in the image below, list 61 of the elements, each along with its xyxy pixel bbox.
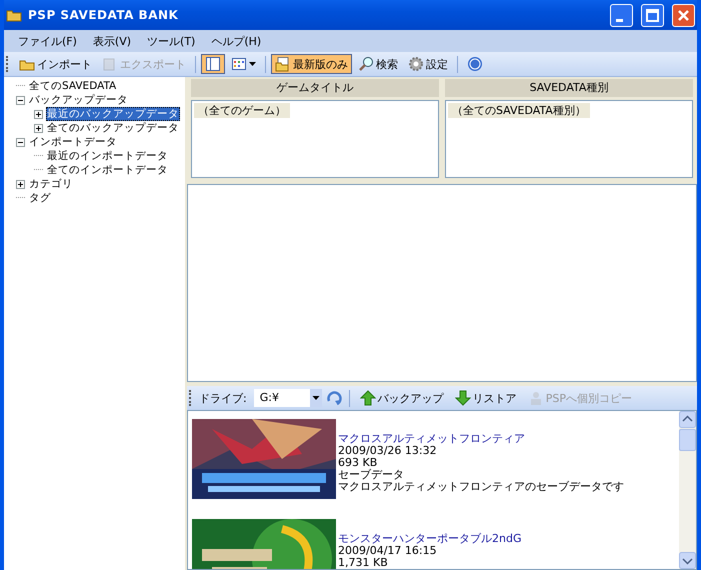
menu-item[interactable]: ファイル(F) [10, 32, 85, 50]
settings-icon [408, 56, 424, 72]
toolbar-button[interactable]: 検索 [354, 54, 402, 74]
tree-item[interactable]: カテゴリ [28, 177, 74, 191]
pane-icon [205, 56, 221, 72]
save-type: セーブデータ [338, 469, 405, 481]
minimize-button[interactable] [610, 4, 633, 26]
tree-item[interactable]: インポートデータ [28, 135, 118, 149]
tree-item[interactable]: 最近のインポートデータ [46, 149, 169, 163]
expander-icon[interactable] [34, 110, 43, 118]
tree-item[interactable]: 最近のバックアップデータ [46, 107, 180, 121]
list-item[interactable]: （全てのSAVEDATA種別） [448, 103, 590, 118]
toolbar-button[interactable]: インポート [15, 54, 96, 74]
drive-dropdown[interactable]: G:¥ [254, 389, 322, 407]
arrow-down-icon [454, 390, 471, 406]
caret-icon [249, 62, 256, 66]
save-size: 693 KB [338, 457, 378, 469]
column-header[interactable]: SAVEDATA種別 [445, 79, 693, 97]
search-icon [358, 56, 374, 72]
minimize-icon [616, 18, 623, 22]
grid-icon [231, 56, 247, 72]
scrollbar[interactable] [679, 411, 696, 569]
expander-icon[interactable] [16, 180, 25, 188]
menu-item[interactable]: 表示(V) [84, 32, 140, 50]
arrow-up-icon [360, 390, 376, 406]
save-size: 1,731 KB [338, 557, 389, 569]
toolbar-button[interactable]: リストア [450, 388, 521, 408]
scroll-down-icon[interactable] [679, 552, 696, 569]
tree-item[interactable]: バックアップデータ [28, 93, 129, 107]
drive-label: ドライブ: [199, 390, 247, 406]
list-item[interactable]: （全てのゲーム） [194, 103, 290, 118]
maximize-icon [646, 8, 659, 22]
tree-item[interactable]: タグ [28, 191, 52, 205]
expander-icon[interactable] [16, 96, 25, 104]
expander-icon[interactable] [16, 138, 25, 146]
tree-item[interactable]: 全てのSAVEDATA [28, 79, 118, 93]
refresh-icon[interactable] [324, 389, 343, 407]
caret-icon [310, 389, 322, 407]
menu-item[interactable]: ツール(T) [139, 32, 204, 50]
scroll-thumb[interactable] [679, 429, 696, 451]
help-icon [467, 56, 483, 72]
close-icon [678, 10, 689, 20]
save-description: マクロスアルティメットフロンティアのセーブデータです [338, 481, 624, 493]
toolbar-button[interactable]: バックアップ [356, 388, 448, 408]
menu-item[interactable]: ヘルプ(H) [203, 32, 270, 50]
save-title[interactable]: モンスターハンターポータブル2ndG [338, 533, 522, 545]
toolbar-button[interactable]: 設定 [404, 54, 452, 74]
save-date: 2009/04/17 16:15 [338, 545, 438, 557]
close-button[interactable] [672, 4, 695, 26]
save-date: 2009/03/26 13:32 [338, 445, 438, 457]
toolbar-button[interactable] [201, 54, 225, 74]
save-title[interactable]: マクロスアルティメットフロンティア [338, 433, 624, 445]
tree-item[interactable]: 全てのインポートデータ [46, 163, 169, 177]
tree-item[interactable]: 全てのバックアップデータ [46, 121, 180, 135]
toolbar-button[interactable]: 最新版のみ [271, 54, 352, 74]
window-title: PSP SAVEDATA BANK [28, 8, 178, 22]
expander-icon[interactable] [34, 124, 43, 132]
document-folder-icon [275, 56, 291, 72]
maximize-button[interactable] [641, 4, 664, 26]
scroll-up-icon[interactable] [679, 411, 696, 428]
column-header[interactable]: ゲームタイトル [191, 79, 439, 97]
